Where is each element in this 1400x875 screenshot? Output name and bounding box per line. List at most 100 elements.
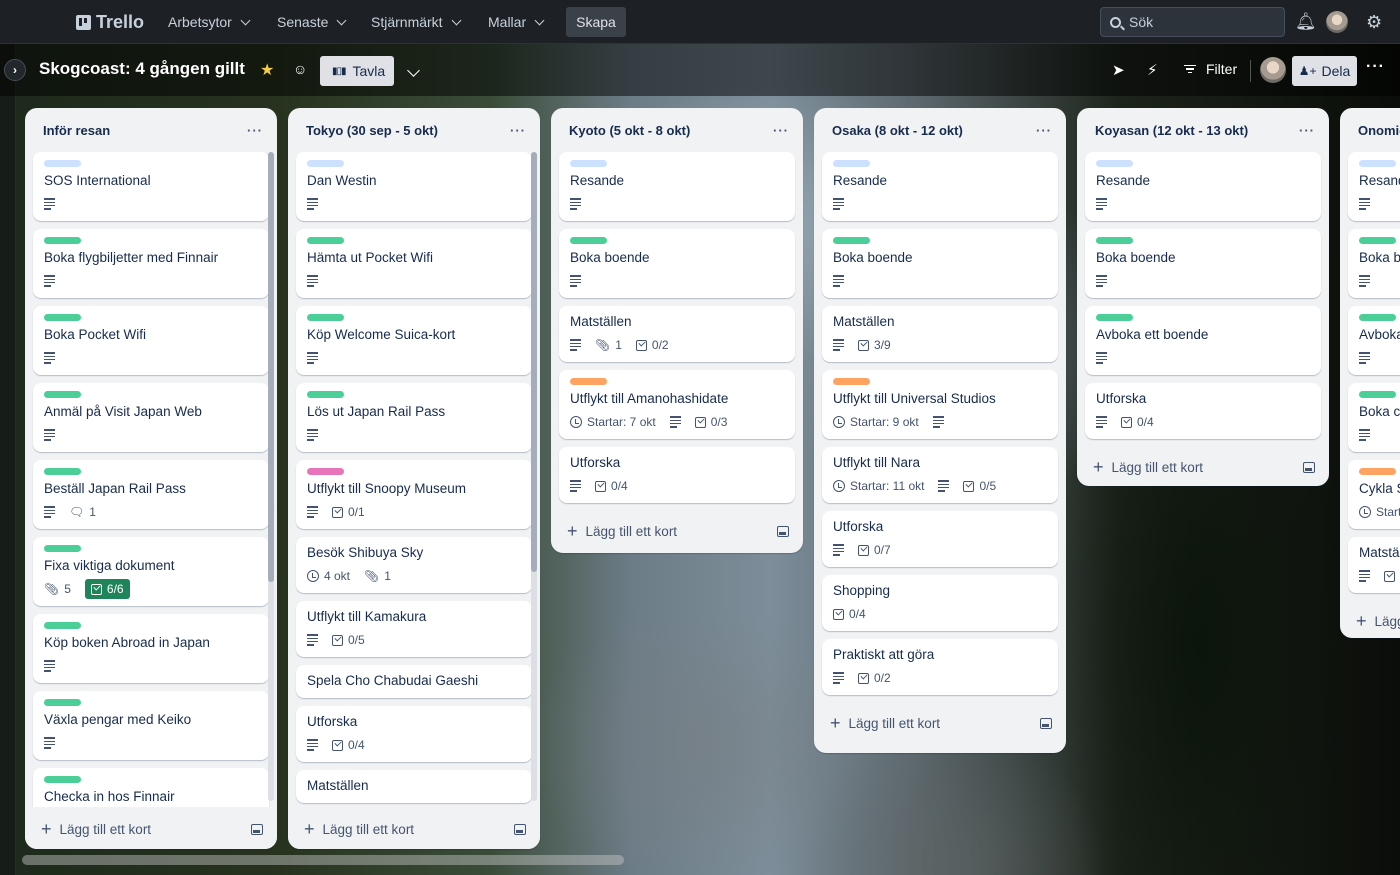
card[interactable]: Resande bbox=[822, 152, 1058, 221]
expand-sidebar-button[interactable]: › bbox=[4, 59, 26, 81]
card[interactable]: Utflykt till Kamakura 0/5 bbox=[296, 601, 532, 657]
card[interactable]: Besök Shibuya Sky 4 okt 📎︎ 1 bbox=[296, 537, 532, 593]
card[interactable]: Boka boende bbox=[1348, 229, 1400, 298]
card-label-green[interactable] bbox=[44, 699, 81, 706]
card-label-orange[interactable] bbox=[833, 378, 870, 385]
list-title[interactable]: Onomichi bbox=[1358, 123, 1400, 138]
add-card-button[interactable]: + Lägg till ett kort bbox=[830, 714, 940, 732]
card[interactable]: Matställen 3/9 bbox=[822, 306, 1058, 362]
card-label-green[interactable] bbox=[44, 776, 81, 783]
card-label-green[interactable] bbox=[44, 468, 81, 475]
horizontal-scrollbar[interactable] bbox=[22, 855, 624, 865]
card-label-green[interactable] bbox=[1359, 237, 1396, 244]
card[interactable]: Utflykt till Amanohashidate Startar: 7 ok… bbox=[559, 370, 795, 439]
card[interactable]: Dan Westin bbox=[296, 152, 532, 221]
card-label-green[interactable] bbox=[44, 622, 81, 629]
create-from-template-icon[interactable] bbox=[1303, 461, 1315, 473]
card[interactable]: Resande bbox=[559, 152, 795, 221]
create-button[interactable]: Skapa bbox=[566, 7, 626, 37]
card[interactable]: Checka in hos Finnair bbox=[33, 768, 269, 807]
card[interactable]: Shopping 0/4 bbox=[822, 575, 1058, 631]
card[interactable]: Boka boende bbox=[1085, 229, 1321, 298]
search-input[interactable]: Sök bbox=[1100, 7, 1285, 37]
filter-button[interactable]: Filter bbox=[1184, 61, 1237, 77]
list-title[interactable]: Osaka (8 okt - 12 okt) bbox=[832, 123, 963, 138]
card[interactable]: Utflykt till Snoopy Museum 0/1 bbox=[296, 460, 532, 529]
card-label-pink[interactable] bbox=[307, 468, 344, 475]
card[interactable]: Utforska 0/4 bbox=[296, 706, 532, 762]
create-from-template-icon[interactable] bbox=[514, 823, 526, 835]
menu-starred[interactable]: Stjärnmärkt bbox=[371, 8, 462, 36]
card[interactable]: Köp Welcome Suica-kort bbox=[296, 306, 532, 375]
list-title[interactable]: Kyoto (5 okt - 8 okt) bbox=[569, 123, 690, 138]
card[interactable]: Utforska 0/7 bbox=[822, 511, 1058, 567]
card[interactable]: Boka flygbiljetter med Finnair bbox=[33, 229, 269, 298]
list-scrollbar-thumb[interactable] bbox=[268, 152, 274, 582]
card-label-blue[interactable] bbox=[833, 160, 870, 167]
card[interactable]: Växla pengar med Keiko bbox=[33, 691, 269, 760]
visibility-members-icon[interactable]: ☺ bbox=[293, 61, 307, 77]
create-from-template-icon[interactable] bbox=[777, 525, 789, 537]
list-title[interactable]: Koyasan (12 okt - 13 okt) bbox=[1095, 123, 1248, 138]
list-title[interactable]: Tokyo (30 sep - 5 okt) bbox=[306, 123, 438, 138]
card[interactable]: Hämta ut Pocket Wifi bbox=[296, 229, 532, 298]
card[interactable]: Boka boende bbox=[559, 229, 795, 298]
list-actions-more-icon[interactable]: ··· bbox=[1299, 123, 1315, 138]
views-dropdown-chevron-icon[interactable] bbox=[405, 62, 420, 80]
list-actions-more-icon[interactable]: ··· bbox=[1036, 123, 1052, 138]
card-label-green[interactable] bbox=[1359, 391, 1396, 398]
card[interactable]: Boka Pocket Wifi bbox=[33, 306, 269, 375]
due-date-badge[interactable]: Startar: 7 okt bbox=[570, 415, 656, 429]
add-card-button[interactable]: + Lägg till ett kort bbox=[1356, 612, 1400, 630]
list-scrollbar[interactable] bbox=[531, 152, 537, 801]
add-card-button[interactable]: + Lägg till ett kort bbox=[41, 820, 151, 838]
board-view-button[interactable]: ▮▯▮ Tavla bbox=[320, 56, 394, 86]
card[interactable]: Köp boken Abroad in Japan bbox=[33, 614, 269, 683]
card-label-blue[interactable] bbox=[1096, 160, 1133, 167]
create-from-template-icon[interactable] bbox=[251, 823, 263, 835]
card-label-green[interactable] bbox=[833, 237, 870, 244]
card-label-orange[interactable] bbox=[1359, 468, 1396, 475]
card[interactable]: Resande bbox=[1348, 152, 1400, 221]
card-label-blue[interactable] bbox=[44, 160, 81, 167]
star-icon[interactable]: ★ bbox=[260, 60, 274, 80]
card-label-green[interactable] bbox=[1096, 237, 1133, 244]
card[interactable]: Lös ut Japan Rail Pass bbox=[296, 383, 532, 452]
due-date-badge[interactable]: Startar: 9 okt bbox=[833, 415, 919, 429]
card[interactable]: Beställ Japan Rail Pass 🗨︎ 1 bbox=[33, 460, 269, 529]
card-label-green[interactable] bbox=[44, 391, 81, 398]
list-actions-more-icon[interactable]: ··· bbox=[247, 123, 263, 138]
card-label-green[interactable] bbox=[307, 391, 344, 398]
card-label-orange[interactable] bbox=[570, 378, 607, 385]
list-scrollbar-thumb[interactable] bbox=[531, 152, 537, 572]
card[interactable]: Avboka ett boende bbox=[1085, 306, 1321, 375]
card[interactable]: Fixa viktiga dokument 📎︎ 5 6/6 bbox=[33, 537, 269, 606]
list-actions-more-icon[interactable]: ··· bbox=[510, 123, 526, 138]
due-date-badge[interactable]: Startar bbox=[1359, 505, 1400, 519]
card-label-green[interactable] bbox=[44, 314, 81, 321]
card[interactable]: SOS International bbox=[33, 152, 269, 221]
create-from-template-icon[interactable] bbox=[1040, 717, 1052, 729]
card[interactable]: Boka boende bbox=[822, 229, 1058, 298]
account-avatar[interactable] bbox=[1326, 11, 1348, 33]
card[interactable]: Praktiskt att göra 0/2 bbox=[822, 639, 1058, 695]
card-label-green[interactable] bbox=[1359, 314, 1396, 321]
card-label-green[interactable] bbox=[307, 314, 344, 321]
menu-templates[interactable]: Mallar bbox=[488, 8, 545, 36]
card[interactable]: Utforska 0/4 bbox=[559, 447, 795, 503]
card[interactable]: Utforska 0/4 bbox=[1085, 383, 1321, 439]
list-title[interactable]: Inför resan bbox=[43, 123, 110, 138]
board-menu-more-icon[interactable]: ··· bbox=[1366, 58, 1385, 76]
add-card-button[interactable]: + Lägg till ett kort bbox=[304, 820, 414, 838]
card[interactable]: Utflykt till Universal Studios Startar: 9… bbox=[822, 370, 1058, 439]
card[interactable]: Matställen bbox=[296, 770, 532, 803]
notifications-bell-icon[interactable]: 🔔︎ bbox=[1295, 12, 1317, 32]
card-label-green[interactable] bbox=[570, 237, 607, 244]
list-actions-more-icon[interactable]: ··· bbox=[773, 123, 789, 138]
card[interactable]: Avboka ett boende bbox=[1348, 306, 1400, 375]
card[interactable]: Resande bbox=[1085, 152, 1321, 221]
trello-logo[interactable]: Trello bbox=[76, 12, 144, 33]
card-label-green[interactable] bbox=[44, 237, 81, 244]
card-label-blue[interactable] bbox=[307, 160, 344, 167]
list-scrollbar[interactable] bbox=[268, 152, 274, 801]
